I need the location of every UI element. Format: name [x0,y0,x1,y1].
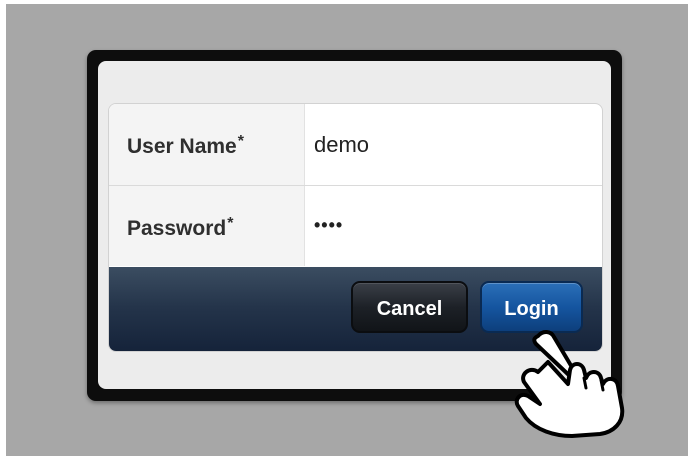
password-row: Password* [109,186,602,266]
username-input[interactable] [310,126,598,164]
username-row: User Name* [109,104,602,186]
username-required-mark: * [237,133,244,150]
login-form: User Name* Password* Cancel Login [108,103,603,352]
hand-pointer-icon [514,330,625,438]
username-label-cell: User Name* [109,104,305,185]
password-input[interactable] [310,206,598,244]
password-label: Password* [127,215,234,241]
password-required-mark: * [227,215,234,232]
password-label-cell: Password* [109,186,305,266]
username-label-text: User Name [127,135,237,158]
username-label: User Name* [127,133,244,159]
password-label-text: Password [127,217,227,240]
cancel-button[interactable]: Cancel [351,281,468,333]
